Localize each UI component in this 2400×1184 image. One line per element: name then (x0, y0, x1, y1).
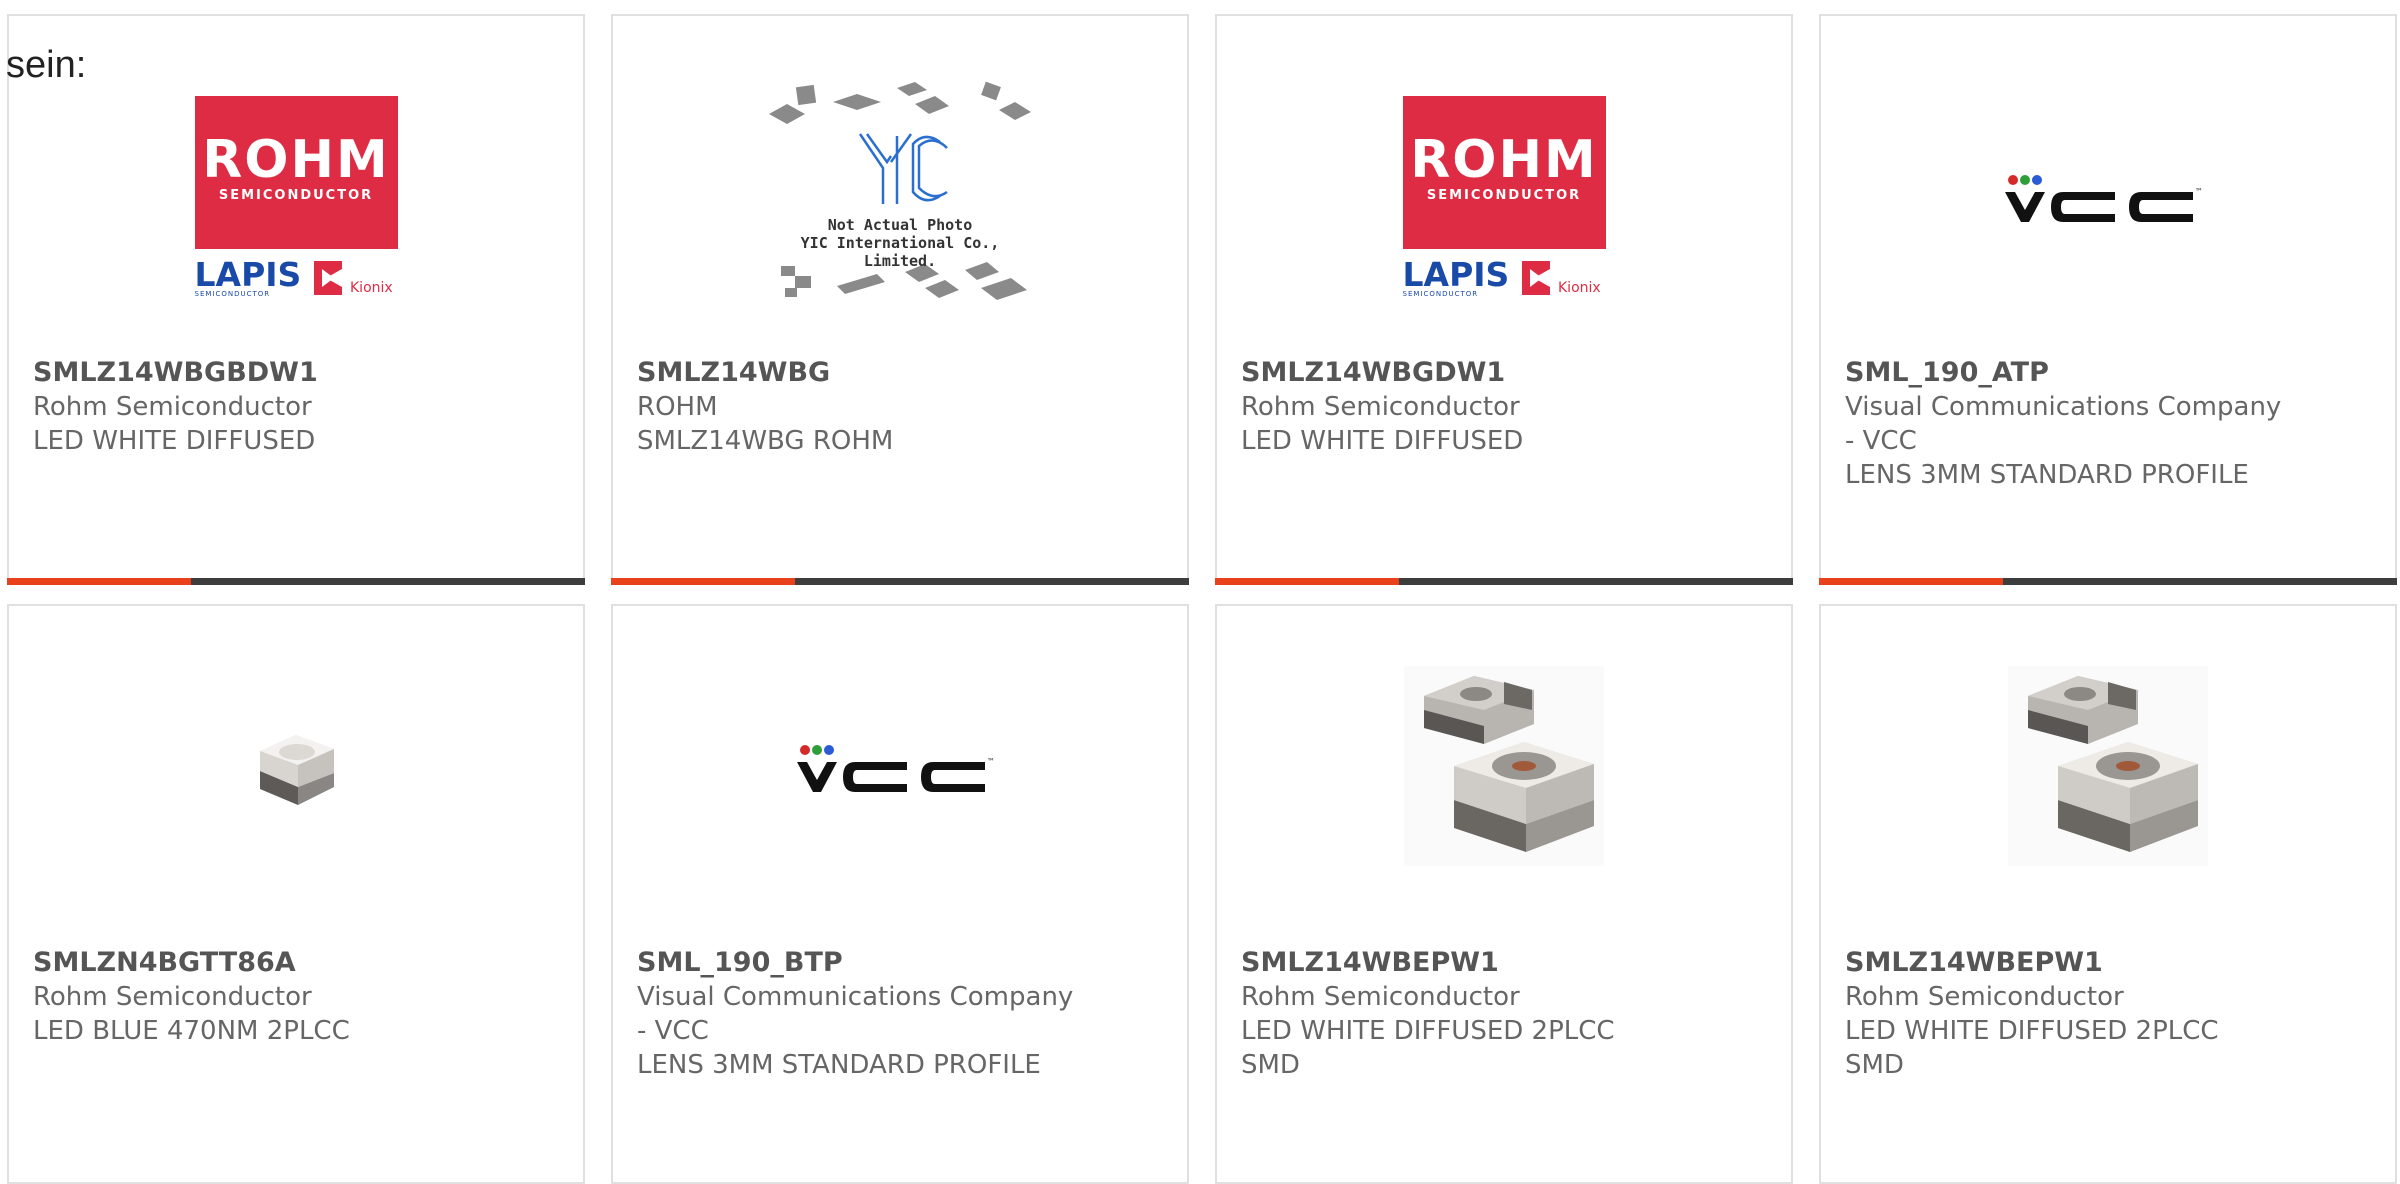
part-number[interactable]: SMLZ14WBGBDW1 (33, 356, 567, 390)
manufacturer-suffix: - VCC (637, 1016, 709, 1046)
product-image: ROHM SEMICONDUCTOR LAPIS SEMICONDUCTOR Ki… (9, 76, 583, 316)
product-image: ™ (613, 646, 1187, 886)
rohm-logo-title: ROHM (202, 130, 390, 190)
description: SMLZ14WBG ROHM (637, 426, 894, 456)
description: LENS 3MM STANDARD PROFILE (637, 1050, 1041, 1080)
product-image: Not Actual Photo YIC International Co., L… (613, 76, 1187, 316)
card-footer-bar (7, 578, 585, 585)
kionix-logo-text: Kionix (350, 280, 393, 296)
manufacturer: Visual Communications Company (1845, 392, 2282, 422)
product-card[interactable]: ROHM SEMICONDUCTOR LAPIS SEMICONDUCTOR Ki… (1215, 14, 1793, 585)
rohm-logo-subtitle: SEMICONDUCTOR (1426, 188, 1582, 203)
part-number[interactable]: SMLZN4BGTT86A (33, 946, 567, 980)
yic-caption-line2: YIC International Co., Limited. (800, 234, 1000, 270)
description-cont: SMD (1241, 1050, 1300, 1080)
led-component-image (260, 735, 334, 805)
product-image: ™ (1821, 76, 2395, 316)
manufacturer: Rohm Semiconductor (1241, 392, 1520, 422)
vcc-logo: ™ (797, 745, 995, 792)
svg-text:™: ™ (2195, 187, 2203, 196)
product-card[interactable]: ™ SML_190_BTP Visual Communications Comp… (611, 604, 1189, 1184)
part-number[interactable]: SML_190_ATP (1845, 356, 2379, 390)
part-number[interactable]: SMLZ14WBEPW1 (1845, 946, 2379, 980)
product-card[interactable]: ROHM SEMICONDUCTOR LAPIS SEMICONDUCTOR Ki… (7, 14, 585, 585)
lapis-logo-subtitle: SEMICONDUCTOR (194, 290, 271, 298)
description: LED WHITE DIFFUSED (33, 426, 316, 456)
product-card[interactable]: SMLZN4BGTT86A Rohm Semiconductor LED BLU… (7, 604, 585, 1184)
kionix-logo-text: Kionix (1558, 280, 1601, 296)
rohm-logo-title: ROHM (1410, 130, 1598, 190)
manufacturer: Rohm Semiconductor (1241, 982, 1520, 1012)
lapis-logo-text: LAPIS (1402, 255, 1510, 294)
description: LENS 3MM STANDARD PROFILE (1845, 460, 2249, 490)
description: LED WHITE DIFFUSED 2PLCC (1241, 1016, 1615, 1046)
description: LED WHITE DIFFUSED 2PLCC (1845, 1016, 2219, 1046)
intro-text: sein: (6, 44, 87, 86)
card-footer-bar (1215, 578, 1793, 585)
lapis-logo-text: LAPIS (194, 255, 302, 294)
manufacturer-suffix: - VCC (1845, 426, 1917, 456)
manufacturer: Rohm Semiconductor (33, 982, 312, 1012)
product-card[interactable]: Not Actual Photo YIC International Co., L… (611, 14, 1189, 585)
part-number[interactable]: SML_190_BTP (637, 946, 1171, 980)
part-number[interactable]: SMLZ14WBEPW1 (1241, 946, 1775, 980)
led-pair-image (1404, 666, 1604, 866)
manufacturer: Rohm Semiconductor (33, 392, 312, 422)
part-number[interactable]: SMLZ14WBGDW1 (1241, 356, 1775, 390)
rohm-logo: ROHM SEMICONDUCTOR LAPIS SEMICONDUCTOR Ki… (194, 96, 398, 298)
description: LED WHITE DIFFUSED (1241, 426, 1524, 456)
product-image (9, 646, 583, 886)
product-image: ROHM SEMICONDUCTOR LAPIS SEMICONDUCTOR Ki… (1217, 76, 1791, 316)
yic-placeholder-image: Not Actual Photo YIC International Co., L… (765, 76, 1035, 316)
manufacturer: Visual Communications Company (637, 982, 1074, 1012)
rohm-logo-subtitle: SEMICONDUCTOR (218, 188, 374, 203)
yic-caption-line1: Not Actual Photo (827, 216, 973, 234)
card-footer-bar (611, 578, 1189, 585)
lapis-logo-subtitle: SEMICONDUCTOR (1402, 290, 1479, 298)
product-image (1821, 646, 2395, 886)
rohm-logo: ROHM SEMICONDUCTOR LAPIS SEMICONDUCTOR Ki… (1402, 96, 1606, 298)
manufacturer: Rohm Semiconductor (1845, 982, 2124, 1012)
vcc-logo: ™ (2005, 175, 2203, 222)
card-footer-bar (1819, 578, 2397, 585)
product-card[interactable]: ™ SML_190_ATP Visual Communications Comp… (1819, 14, 2397, 585)
part-number[interactable]: SMLZ14WBG (637, 356, 1171, 390)
led-pair-image (2008, 666, 2208, 866)
manufacturer: ROHM (637, 392, 718, 422)
product-card[interactable]: SMLZ14WBEPW1 Rohm Semiconductor LED WHIT… (1819, 604, 2397, 1184)
description: LED BLUE 470NM 2PLCC (33, 1016, 350, 1046)
product-card[interactable]: SMLZ14WBEPW1 Rohm Semiconductor LED WHIT… (1215, 604, 1793, 1184)
description-cont: SMD (1845, 1050, 1904, 1080)
product-image (1217, 646, 1791, 886)
svg-text:™: ™ (987, 757, 995, 766)
